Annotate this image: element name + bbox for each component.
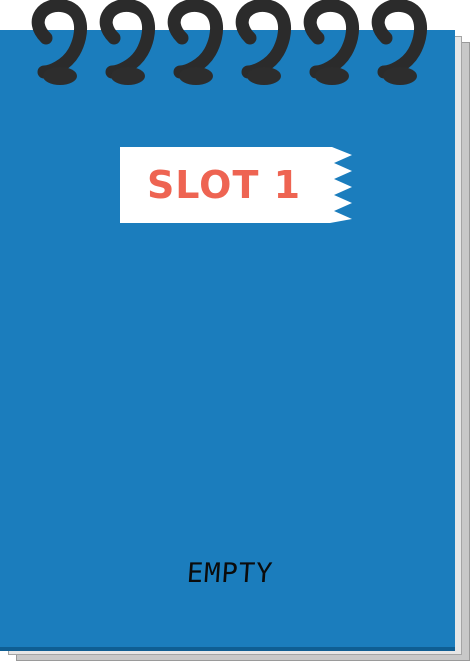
spiral-ring-icon [31, 0, 88, 85]
slot-status: EMPTY [185, 558, 275, 589]
spiral-ring-icon [371, 0, 428, 85]
slot-label-tape: SLOT 1 [120, 147, 352, 223]
spiral-ring-icon [99, 0, 156, 85]
spiral-ring-icon [303, 0, 360, 85]
spiral-ring-icon [235, 0, 292, 85]
spiral-ring-icon [167, 0, 224, 85]
spiral-binding [31, 0, 428, 85]
slot-title: SLOT 1 [146, 163, 302, 207]
save-slot-card[interactable] [0, 30, 455, 647]
